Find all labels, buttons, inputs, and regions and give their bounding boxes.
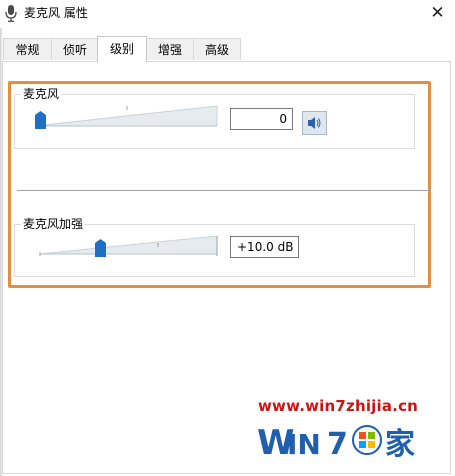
svg-text:IN: IN <box>287 428 321 461</box>
microphone-level-value[interactable]: 0 <box>230 108 293 130</box>
close-icon: ✕ <box>430 3 445 23</box>
boost-slider-thumb[interactable] <box>95 239 106 257</box>
microphone-slider-thumb[interactable] <box>35 111 46 129</box>
tab-general-label: 常规 <box>15 43 40 57</box>
microphone-icon <box>5 5 17 22</box>
tab-general[interactable]: 常规 <box>3 38 52 60</box>
win7zhijia-logo: W IN 7 家 <box>257 423 415 463</box>
close-button[interactable]: ✕ <box>420 0 455 28</box>
svg-text:家: 家 <box>385 427 415 462</box>
microphone-group-label: 麦克风 <box>21 87 62 101</box>
tab-advanced[interactable]: 高级 <box>193 38 241 60</box>
window-title: 麦克风 属性 <box>24 6 88 20</box>
boost-slider[interactable] <box>38 234 219 256</box>
microphone-slider[interactable] <box>33 104 219 128</box>
tab-listen-label: 侦听 <box>62 43 87 57</box>
boost-level-value[interactable]: +10.0 dB <box>230 236 299 258</box>
speaker-icon <box>308 117 321 129</box>
tab-levels[interactable]: 级别 <box>97 36 147 62</box>
watermark-url: www.win7zhijia.cn <box>258 397 419 415</box>
tab-listen[interactable]: 侦听 <box>51 38 99 60</box>
svg-text:7: 7 <box>327 427 348 462</box>
microphone-level-text: 0 <box>279 112 287 126</box>
boost-level-text: +10.0 dB <box>237 240 294 254</box>
tab-advanced-label: 高级 <box>204 43 229 57</box>
section-divider <box>17 190 431 191</box>
tab-strip: 常规 侦听 级别 增强 高级 <box>0 36 455 62</box>
tab-levels-label: 级别 <box>109 42 134 56</box>
tab-enhancements[interactable]: 增强 <box>146 38 194 60</box>
mute-button[interactable] <box>302 111 327 135</box>
boost-group-label: 麦克风加强 <box>21 217 86 231</box>
title-bar[interactable]: 麦克风 属性 ✕ <box>0 0 455 28</box>
tab-enhancements-label: 增强 <box>157 43 182 57</box>
